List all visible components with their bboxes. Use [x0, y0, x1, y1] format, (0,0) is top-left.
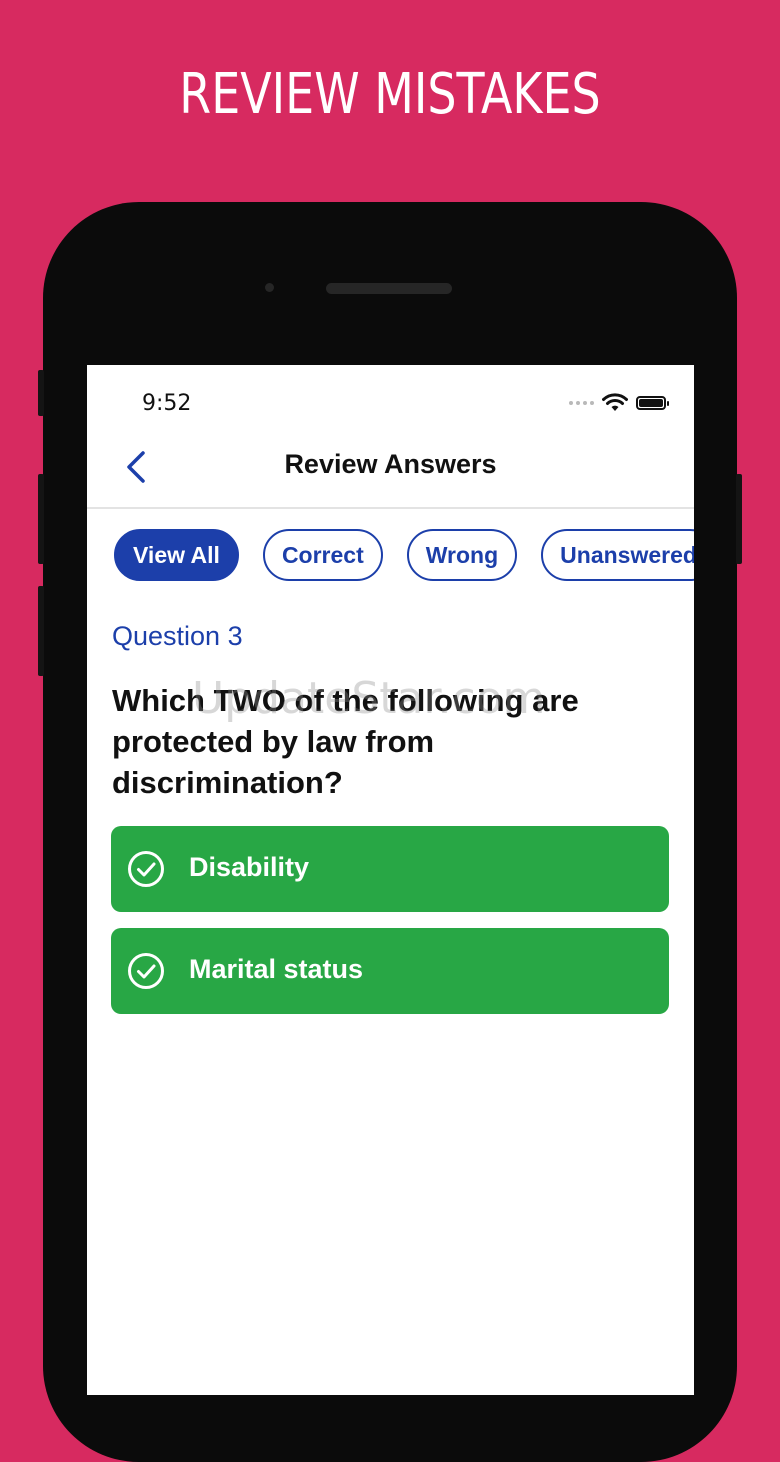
status-icons	[569, 393, 669, 413]
battery-icon	[636, 396, 669, 410]
status-time: 9:52	[142, 391, 192, 416]
navigation-bar: Review Answers	[87, 427, 694, 509]
answer-option[interactable]: Marital status	[111, 928, 669, 1014]
wifi-icon	[602, 393, 628, 411]
filter-tabs: View All Correct Wrong Unanswered	[114, 529, 694, 581]
tab-wrong[interactable]: Wrong	[406, 529, 518, 581]
phone-mute-switch	[38, 370, 44, 416]
question-number: Question 3	[112, 621, 243, 651]
page-title: Review Answers	[284, 449, 497, 479]
front-camera	[265, 283, 274, 292]
answer-option[interactable]: Disability	[111, 826, 669, 912]
check-circle-icon	[128, 851, 164, 887]
phone-volume-up	[38, 474, 44, 564]
phone-power-button	[736, 474, 742, 564]
app-screen: 9:52 Review Answers View All Correct Wro…	[87, 365, 694, 1395]
answer-label: Marital status	[189, 954, 364, 984]
check-circle-icon	[128, 953, 164, 989]
answer-label: Disability	[189, 852, 310, 882]
tab-unanswered[interactable]: Unanswered	[541, 529, 694, 581]
promo-headline: REVIEW MISTAKES	[179, 62, 601, 127]
earpiece-speaker	[326, 283, 452, 294]
cellular-signal-icon	[569, 401, 594, 405]
tab-view-all[interactable]: View All	[114, 529, 239, 581]
tab-correct[interactable]: Correct	[262, 529, 383, 581]
question-text: Which TWO of the following are protected…	[112, 683, 579, 800]
phone-volume-down	[38, 586, 44, 676]
